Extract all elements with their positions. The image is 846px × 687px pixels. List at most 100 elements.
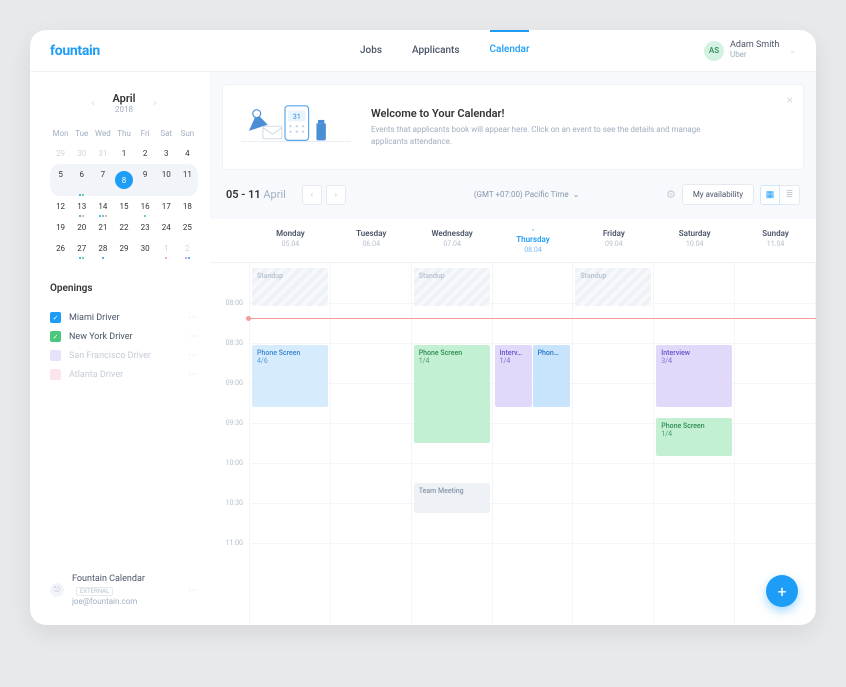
week-day-header[interactable]: Friday09.04: [573, 219, 654, 262]
openings-title: Openings: [50, 283, 198, 294]
app-window: fountain Jobs Applicants Calendar AS Ada…: [30, 30, 816, 625]
time-label: 11:00: [210, 539, 249, 579]
week-day-header[interactable]: Tuesday06.04: [331, 219, 412, 262]
mini-day[interactable]: 11: [177, 164, 198, 196]
mini-day[interactable]: 20: [71, 217, 92, 238]
next-week-button[interactable]: ›: [326, 185, 346, 205]
mini-day[interactable]: 15: [113, 196, 134, 217]
user-menu[interactable]: AS Adam Smith Uber ⌄: [704, 41, 796, 61]
checkbox[interactable]: [50, 369, 61, 380]
mini-day[interactable]: 12: [50, 196, 71, 217]
more-icon[interactable]: ⋯: [188, 331, 198, 342]
user-org: Uber: [730, 51, 779, 60]
week-day-header[interactable]: Thursday08.04: [493, 219, 574, 262]
link-icon: ⎋: [50, 583, 64, 597]
mini-day[interactable]: 2: [177, 238, 198, 259]
mini-day[interactable]: 6: [71, 164, 92, 196]
calendar-event[interactable]: Phone Screen1/4: [656, 418, 732, 456]
mini-day[interactable]: 26: [50, 238, 71, 259]
external-calendar-item[interactable]: ⎋ Fountain Calendar EXTERNAL joe@fountai…: [50, 567, 198, 613]
more-icon[interactable]: ⋯: [188, 312, 198, 323]
week-day-header[interactable]: Monday05.04: [250, 219, 331, 262]
week-day-header[interactable]: Sunday11.04: [735, 219, 816, 262]
more-icon[interactable]: ⋯: [188, 350, 198, 361]
more-icon[interactable]: ⋯: [188, 369, 198, 380]
mini-dow: Sun: [177, 124, 198, 143]
opening-item[interactable]: ✓New York Driver⋯: [50, 327, 198, 346]
opening-item[interactable]: ✓ Miami Driver ⋯: [50, 308, 198, 327]
mini-next-icon[interactable]: ›: [154, 98, 157, 109]
time-label: 08:30: [210, 339, 249, 379]
calendar-event[interactable]: Standup: [252, 268, 328, 306]
close-icon[interactable]: ×: [787, 93, 793, 107]
mini-dow: Tue: [71, 124, 92, 143]
opening-label: Miami Driver: [69, 313, 180, 323]
openings-panel: Openings ✓Miami Driver⋯✓New York Driver⋯…: [50, 283, 198, 384]
mini-day[interactable]: 10: [156, 164, 177, 196]
gear-icon[interactable]: ⚙: [666, 188, 676, 201]
mini-day[interactable]: 2: [135, 143, 156, 164]
view-calendar-button[interactable]: ▦: [760, 185, 780, 205]
my-availability-button[interactable]: My availability: [682, 184, 754, 205]
mini-day[interactable]: 31: [92, 143, 113, 164]
week-body: 08:0008:3009:0009:3010:0010:3011:00Stand…: [210, 263, 816, 625]
mini-day[interactable]: 19: [50, 217, 71, 238]
add-event-fab[interactable]: +: [766, 575, 798, 607]
mini-day[interactable]: 13: [71, 196, 92, 217]
mini-day[interactable]: 17: [156, 196, 177, 217]
mini-day[interactable]: 1: [113, 143, 134, 164]
prev-week-button[interactable]: ‹: [302, 185, 322, 205]
opening-label: Atlanta Driver: [69, 370, 180, 380]
calendar-event[interactable]: Phon…: [533, 345, 571, 407]
mini-day[interactable]: 28: [92, 238, 113, 259]
nav-applicants[interactable]: Applicants: [412, 31, 460, 70]
mini-day[interactable]: 9: [135, 164, 156, 196]
view-list-button[interactable]: ≣: [780, 185, 800, 205]
opening-item[interactable]: Atlanta Driver ⋯: [50, 365, 198, 384]
mini-day-today[interactable]: 8: [113, 164, 134, 196]
mini-day[interactable]: 29: [50, 143, 71, 164]
mini-day[interactable]: 22: [113, 217, 134, 238]
mini-day[interactable]: 24: [156, 217, 177, 238]
checkbox[interactable]: ✓: [50, 312, 61, 323]
timezone-select[interactable]: (GMT +07:00) Pacific Time ⌄: [474, 190, 580, 199]
ext-cal-name: Fountain Calendar: [72, 574, 145, 584]
mini-dow: Fri: [135, 124, 156, 143]
mini-day[interactable]: 14: [92, 196, 113, 217]
calendar-event[interactable]: Interview3/4: [656, 345, 732, 407]
avatar: AS: [704, 41, 724, 61]
mini-day[interactable]: 3: [156, 143, 177, 164]
opening-item[interactable]: San Francisco Driver⋯: [50, 346, 198, 365]
mini-day[interactable]: 25: [177, 217, 198, 238]
week-day-header[interactable]: Wednesday07.04: [412, 219, 493, 262]
checkbox[interactable]: ✓: [50, 331, 61, 342]
mini-day[interactable]: 29: [113, 238, 134, 259]
mini-day[interactable]: 30: [135, 238, 156, 259]
mini-day[interactable]: 30: [71, 143, 92, 164]
calendar-event[interactable]: Phone Screen1/4: [414, 345, 490, 443]
mini-day[interactable]: 23: [135, 217, 156, 238]
time-label: 10:00: [210, 459, 249, 499]
more-icon[interactable]: ⋯: [188, 585, 198, 596]
checkbox[interactable]: [50, 350, 61, 361]
mini-day[interactable]: 1: [156, 238, 177, 259]
nav-jobs[interactable]: Jobs: [360, 31, 382, 70]
mini-day[interactable]: 18: [177, 196, 198, 217]
welcome-illustration: 31: [241, 99, 351, 155]
mini-dow: Mon: [50, 124, 71, 143]
top-nav: Jobs Applicants Calendar: [360, 31, 530, 70]
mini-day[interactable]: 16: [135, 196, 156, 217]
mini-day[interactable]: 4: [177, 143, 198, 164]
calendar-event[interactable]: Interv…1/4: [495, 345, 533, 407]
calendar-event[interactable]: Standup: [414, 268, 490, 306]
nav-calendar[interactable]: Calendar: [490, 30, 530, 70]
week-day-header[interactable]: Saturday10.04: [654, 219, 735, 262]
mini-day[interactable]: 27: [71, 238, 92, 259]
mini-day[interactable]: 5: [50, 164, 71, 196]
calendar-event[interactable]: Phone Screen4/6: [252, 345, 328, 407]
calendar-event[interactable]: Standup: [575, 268, 651, 306]
mini-prev-icon[interactable]: ‹: [91, 98, 94, 109]
mini-day[interactable]: 21: [92, 217, 113, 238]
calendar-event[interactable]: Team Meeting: [414, 483, 490, 513]
mini-day[interactable]: 7: [92, 164, 113, 196]
